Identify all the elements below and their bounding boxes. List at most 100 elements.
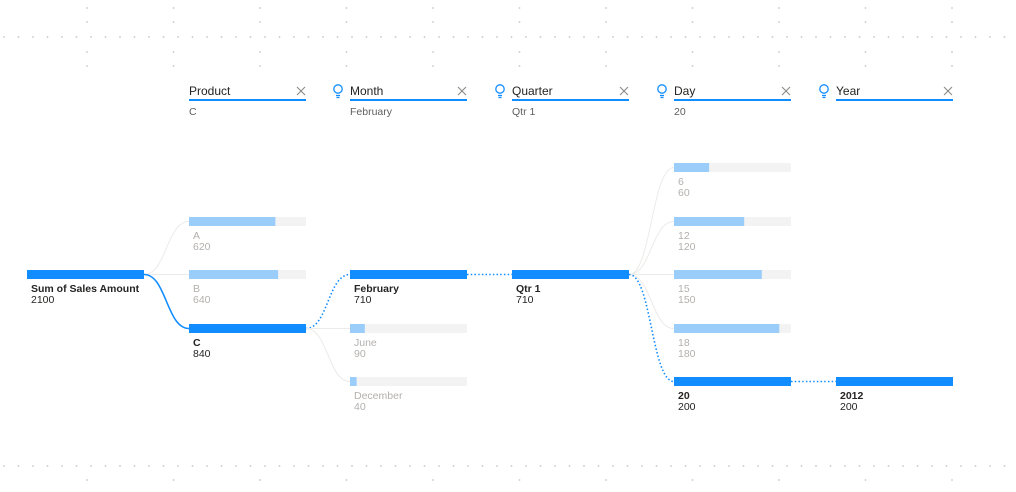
tree-node-6[interactable]: 660 — [674, 163, 791, 199]
level-header-field-label: Product — [189, 84, 231, 98]
grid-dot — [873, 36, 875, 38]
grid-dot — [713, 36, 716, 38]
tree-node-december[interactable]: December40 — [350, 377, 467, 413]
node-bar[interactable] — [27, 270, 144, 279]
grid-dot — [172, 65, 175, 67]
grid-dot — [336, 465, 339, 467]
node-bar[interactable] — [350, 377, 357, 386]
tree-node-12[interactable]: 12120 — [674, 217, 791, 253]
grid-dot — [844, 36, 846, 38]
grid-dot — [17, 465, 20, 467]
grid-dot — [902, 36, 904, 38]
grid-dot — [206, 36, 208, 38]
node-bar[interactable] — [350, 324, 365, 333]
node-bar[interactable] — [674, 270, 762, 279]
close-icon[interactable] — [619, 86, 629, 96]
grid-dot — [351, 36, 353, 38]
level-header-field-label: Month — [350, 84, 383, 98]
grid-dot — [800, 36, 803, 38]
tree-node-20[interactable]: 20200 — [674, 377, 791, 413]
level-header-field-label: Day — [674, 84, 695, 98]
node-bar[interactable] — [674, 324, 780, 333]
grid-dot — [17, 36, 20, 38]
connector-line — [628, 221, 675, 275]
close-icon[interactable] — [943, 86, 953, 96]
grid-dot — [119, 36, 121, 38]
lightbulb-icon[interactable] — [333, 84, 343, 99]
grid-dot — [778, 51, 780, 53]
node-bar[interactable] — [350, 270, 467, 279]
node-bar[interactable] — [674, 377, 791, 386]
close-icon[interactable] — [296, 86, 306, 96]
grid-dot — [655, 465, 658, 467]
grid-dot — [75, 36, 78, 38]
grid-dot — [670, 465, 672, 467]
level-header-selected-value: Qtr 1 — [512, 106, 535, 118]
grid-dot — [104, 465, 107, 467]
node-bar[interactable] — [189, 324, 306, 333]
node-bar[interactable] — [836, 377, 953, 386]
grid-dot — [786, 465, 788, 467]
node-bar[interactable] — [674, 217, 745, 226]
node-bar[interactable] — [189, 217, 276, 226]
close-icon[interactable] — [457, 86, 467, 96]
close-icon[interactable] — [781, 86, 791, 96]
grid-dot — [945, 36, 948, 38]
lightbulb-icon[interactable] — [819, 84, 829, 99]
node-value: 640 — [193, 294, 211, 306]
grid-dot — [864, 479, 867, 481]
tree-node-a[interactable]: A620 — [189, 217, 306, 253]
grid-dot — [554, 465, 556, 467]
grid-dot — [46, 465, 49, 467]
level-header-quarter[interactable]: Quarter Qtr 1 — [495, 84, 629, 118]
grid-dot — [394, 36, 397, 38]
node-value: 620 — [193, 241, 211, 253]
grid-dot — [467, 36, 469, 38]
tree-node-c[interactable]: C840 — [189, 324, 306, 360]
grid-dot — [691, 479, 694, 481]
tree-node-2012[interactable]: 2012200 — [836, 377, 953, 413]
grid-dot — [757, 36, 759, 38]
grid-dot — [264, 36, 266, 38]
grid-dot — [90, 465, 92, 467]
grid-dot — [409, 465, 411, 467]
level-header-year[interactable]: Year — [819, 84, 953, 101]
grid-dot — [1003, 36, 1006, 38]
tree-node-june[interactable]: June90 — [350, 324, 467, 360]
grid-dot — [757, 465, 759, 467]
level-header-product[interactable]: Product C — [189, 84, 306, 118]
tree-node-18[interactable]: 18180 — [674, 324, 791, 360]
grid-dot — [345, 21, 348, 23]
grid-dot — [206, 465, 208, 467]
lightbulb-icon[interactable] — [657, 84, 667, 99]
level-header-month[interactable]: Month February — [333, 84, 467, 118]
grid-dot — [432, 65, 434, 67]
grid-dot — [336, 36, 339, 38]
grid-dot — [191, 36, 194, 38]
grid-dot — [86, 21, 88, 23]
tree-node-sum-of-sales-amount[interactable]: Sum of Sales Amount2100 — [27, 270, 144, 306]
level-header-day[interactable]: Day 20 — [657, 84, 791, 118]
grid-dot — [518, 65, 521, 67]
tree-node-qtr-1[interactable]: Qtr 1710 — [512, 270, 629, 306]
grid-dot — [539, 36, 542, 38]
grid-dot — [432, 21, 434, 23]
node-bar[interactable] — [189, 270, 279, 279]
grid-dot — [568, 465, 571, 467]
tree-node-15[interactable]: 15150 — [674, 270, 791, 306]
grid-dot — [951, 7, 953, 9]
grid-dot — [32, 465, 34, 467]
node-value: 150 — [678, 294, 696, 306]
lightbulb-icon[interactable] — [495, 84, 505, 99]
grid-dot — [438, 465, 440, 467]
node-bar[interactable] — [674, 163, 710, 172]
node-bar-track — [350, 324, 467, 333]
tree-node-b[interactable]: B640 — [189, 270, 306, 306]
node-bar[interactable] — [512, 270, 629, 279]
grid-dot — [829, 36, 832, 38]
grid-dot — [864, 51, 867, 53]
tree-node-february[interactable]: February710 — [350, 270, 467, 306]
grid-dot — [858, 465, 861, 467]
grid-dot — [626, 36, 629, 38]
grid-dot — [467, 465, 469, 467]
